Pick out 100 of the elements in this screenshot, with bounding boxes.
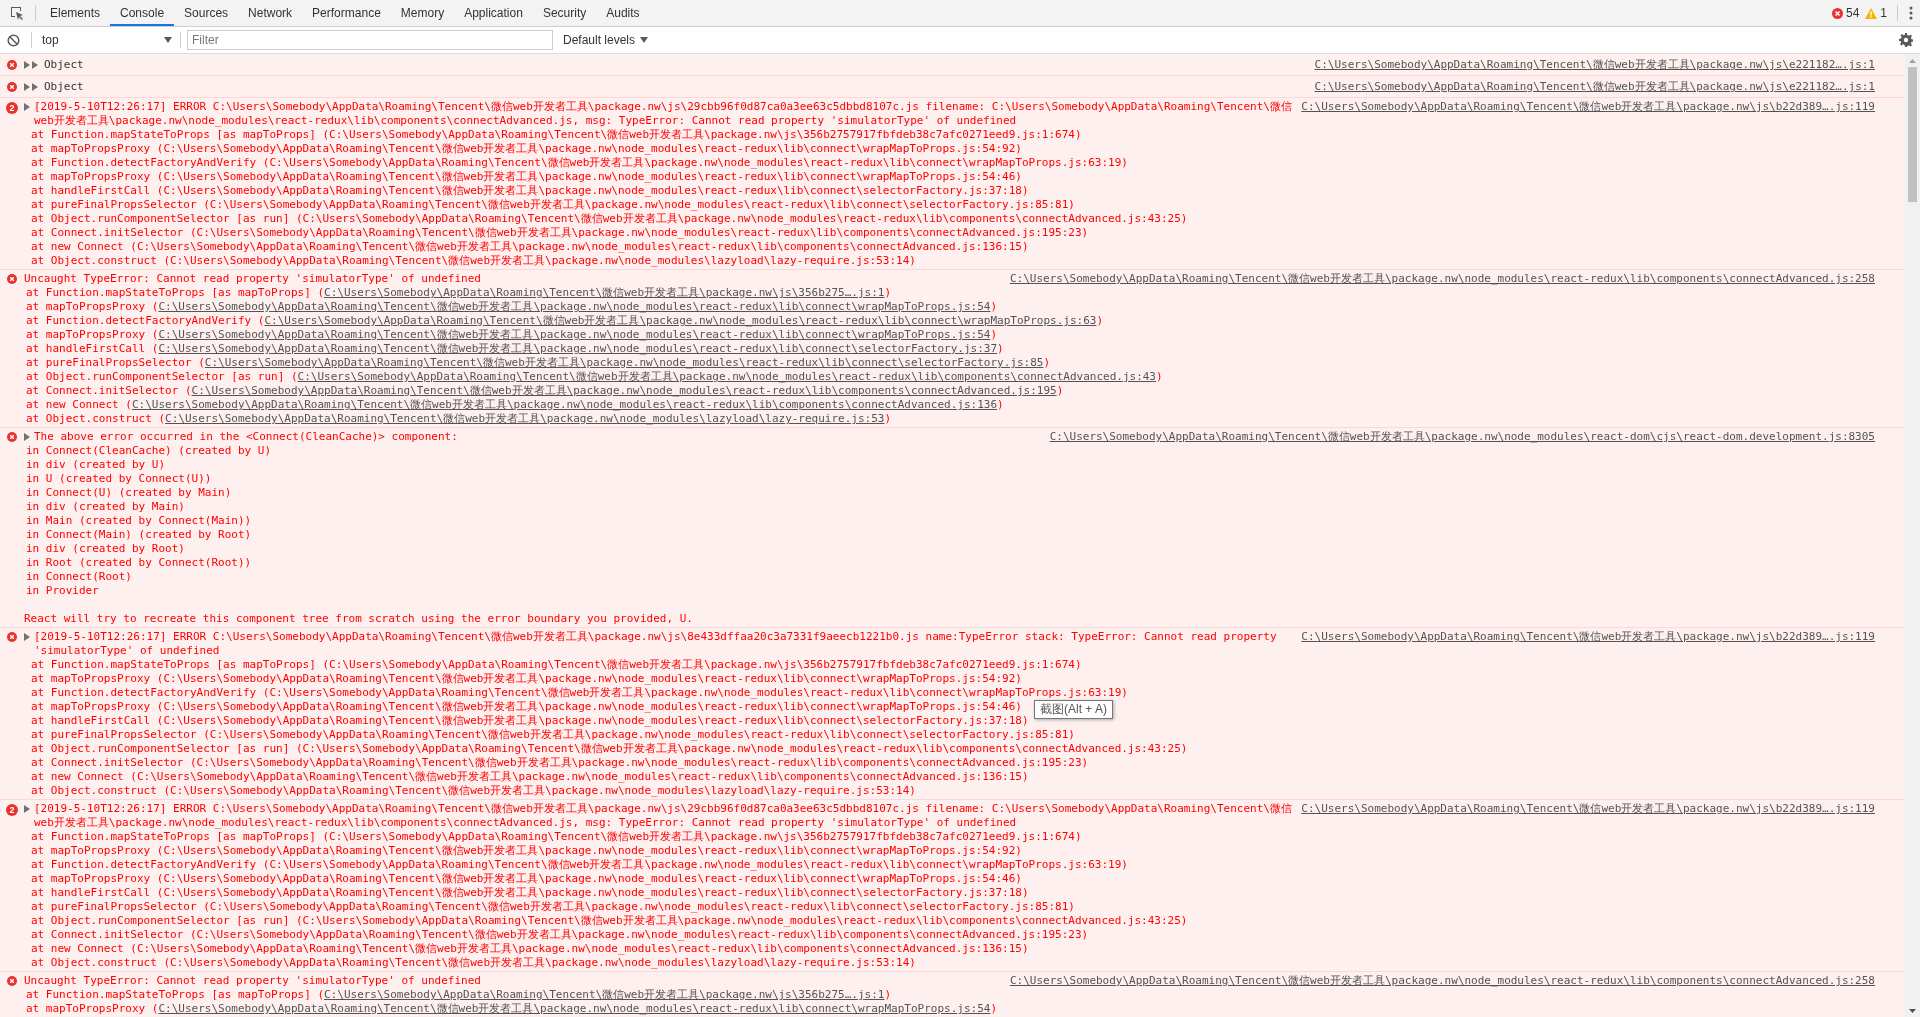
- component-stack-line: in Connect(CleanCache) (created by U): [26, 444, 272, 458]
- file-link[interactable]: C:\Users\Somebody\AppData\Roaming\Tencent\微信web开发者工具\package.nw\node_modules\react-redux\lib\connect\wrapMapToProps.js:54: [158, 1002, 991, 1015]
- stack-frame: at handleFirstCall (C:\Users\Somebody\AppData\Roaming\Tencent\微信web开发者工具\package.nw\node_modules\react-redux\lib\connect\selectorFactory.js:37:18): [31, 886, 1029, 900]
- stack-frame: at Function.detectFactoryAndVerify (C:\Users\Somebody\AppData\Roaming\Tencent\微信web开发者工具\package.nw\node_modules\react-redux\lib\connect\wrapMapToProps.js:63:19): [31, 686, 1128, 700]
- component-stack-line: in Provider: [26, 584, 99, 598]
- source-link[interactable]: C:\Users\Somebody\AppData\Roaming\Tencent\微信web开发者工具\package.nw\js\e221182….js:1: [1314, 58, 1875, 72]
- stack-frame: at new Connect (C:\Users\Somebody\AppData\Roaming\Tencent\微信web开发者工具\package.nw\node_modules\react-redux\lib\components\connectAdvanced.js:136): [26, 398, 1004, 412]
- file-link[interactable]: C:\Users\Somebody\AppData\Roaming\Tencent\微信web开发者工具\package.nw\node_modules\lazyload\lazy-require.js:53: [165, 412, 885, 425]
- tooltip: 截图(Alt + A): [1034, 700, 1113, 719]
- warning-count: 1: [1880, 6, 1887, 20]
- panel-tab[interactable]: Network: [238, 0, 303, 26]
- stack-frame: at Object.runComponentSelector [as run] (C:\Users\Somebody\AppData\Roaming\Tencent\微信web开发者工具\package.nw\node_modules\react-redux\lib\components\connectAdvanced.js:43:25): [31, 914, 1188, 928]
- message-text: The above error occurred in the <Connect(CleanCache)> component:: [34, 430, 459, 444]
- message-text: Object: [44, 80, 85, 94]
- repeat-count: 2: [6, 102, 18, 114]
- stack-frame: at mapToPropsProxy (C:\Users\Somebody\AppData\Roaming\Tencent\微信web开发者工具\package.nw\node_modules\react-redux\lib\connect\wrapMapToProps.js:54): [26, 300, 998, 314]
- stack-frame: at Connect.initSelector (C:\Users\Somebody\AppData\Roaming\Tencent\微信web开发者工具\package.nw\node_modules\react-redux\lib\components\connectAdvanced.js:195:23): [31, 226, 1089, 240]
- caret-icon: [164, 37, 172, 43]
- file-link[interactable]: C:\Users\Somebody\AppData\Roaming\Tencent\微信web开发者工具\package.nw\js\356b275….js:1: [324, 988, 885, 1001]
- file-link[interactable]: C:\Users\Somebody\AppData\Roaming\Tencent\微信web开发者工具\package.nw\node_modules\react-redux\lib\connect\wrapMapToProps.js:54: [158, 300, 991, 313]
- file-link[interactable]: C:\Users\Somebody\AppData\Roaming\Tencent\微信web开发者工具\package.nw\node_modules\react-redux\lib\components\connectAdvanced.js:136: [131, 398, 998, 411]
- stack-frame: at Object.runComponentSelector [as run] (C:\Users\Somebody\AppData\Roaming\Tencent\微信web开发者工具\package.nw\node_modules\react-redux\lib\components\connectAdvanced.js:43:25): [31, 742, 1188, 756]
- file-link[interactable]: C:\Users\Somebody\AppData\Roaming\Tencent\微信web开发者工具\package.nw\js\356b275….js:1: [324, 286, 885, 299]
- stack-frame: at Function.mapStateToProps [as mapToProps] (C:\Users\Somebody\AppData\Roaming\Tencent\微信web开发者工具\package.nw\js\356b2757917fbfdeb38c7afc0271eed9.js:1:674): [31, 830, 1082, 844]
- filter-field[interactable]: Filter: [187, 30, 553, 50]
- stack-frame: at Object.construct (C:\Users\Somebody\AppData\Roaming\Tencent\微信web开发者工具\package.nw\node_modules\lazyload\lazy-require.js:53:14): [31, 956, 916, 970]
- stack-frame: at mapToPropsProxy (C:\Users\Somebody\AppData\Roaming\Tencent\微信web开发者工具\package.nw\node_modules\react-redux\lib\connect\wrapMapToProps.js:54): [26, 1002, 998, 1016]
- stack-frame: at handleFirstCall (C:\Users\Somebody\AppData\Roaming\Tencent\微信web开发者工具\package.nw\node_modules\react-redux\lib\connect\selectorFactory.js:37:18): [31, 184, 1029, 198]
- source-link[interactable]: C:\Users\Somebody\AppData\Roaming\Tencent\微信web开发者工具\package.nw\node_modules\react-redux\lib\components\connectAdvanced.js:258: [1009, 974, 1875, 988]
- stack-frame: at Function.detectFactoryAndVerify (C:\Users\Somebody\AppData\Roaming\Tencent\微信web开发者工具\package.nw\node_modules\react-redux\lib\connect\wrapMapToProps.js:63:19): [31, 156, 1128, 170]
- stack-frame: at handleFirstCall (C:\Users\Somebody\AppData\Roaming\Tencent\微信web开发者工具\package.nw\node_modules\react-redux\lib\connect\selectorFactory.js:37): [26, 342, 1004, 356]
- stack-frame: at Connect.initSelector (C:\Users\Somebody\AppData\Roaming\Tencent\微信web开发者工具\package.nw\node_modules\react-redux\lib\components\connectAdvanced.js:195:23): [31, 928, 1089, 942]
- source-link[interactable]: C:\Users\Somebody\AppData\Roaming\Tencent\微信web开发者工具\package.nw\node_modules\react-redux\lib\components\connectAdvanced.js:258: [1009, 272, 1875, 286]
- error-icon: [7, 82, 17, 92]
- stack-frame: at Object.runComponentSelector [as run] (C:\Users\Somebody\AppData\Roaming\Tencent\微信web开发者工具\package.nw\node_modules\react-redux\lib\components\connectAdvanced.js:43:25): [31, 212, 1188, 226]
- panel-tab[interactable]: Performance: [302, 0, 391, 26]
- stack-frame: at mapToPropsProxy (C:\Users\Somebody\AppData\Roaming\Tencent\微信web开发者工具\package.nw\node_modules\react-redux\lib\connect\wrapMapToProps.js:54): [26, 328, 998, 342]
- source-link[interactable]: C:\Users\Somebody\AppData\Roaming\Tencent\微信web开发者工具\package.nw\js\b22d389….js:119: [1301, 630, 1875, 658]
- error-icon: [7, 274, 17, 284]
- stack-frame: at Function.mapStateToProps [as mapToProps] (C:\Users\Somebody\AppData\Roaming\Tencent\微信web开发者工具\package.nw\js\356b275….js:1): [26, 286, 892, 300]
- stack-frame: at Object.construct (C:\Users\Somebody\AppData\Roaming\Tencent\微信web开发者工具\package.nw\node_modules\lazyload\lazy-require.js:53): [26, 412, 892, 426]
- panel-tab[interactable]: Memory: [390, 0, 455, 26]
- source-link[interactable]: C:\Users\Somebody\AppData\Roaming\Tencent\微信web开发者工具\package.nw\js\b22d389….js:119: [1301, 100, 1875, 128]
- stack-frame: at pureFinalPropsSelector (C:\Users\Somebody\AppData\Roaming\Tencent\微信web开发者工具\package.nw\node_modules\react-redux\lib\connect\selectorFactory.js:85:81): [31, 900, 1075, 914]
- message-text: Uncaught TypeError: Cannot read property 'simulatorType' of undefined: [24, 974, 482, 988]
- source-link[interactable]: C:\Users\Somebody\AppData\Roaming\Tencent\微信web开发者工具\package.nw\node_modules\react-dom\cjs\react-dom.development.js:8305: [1049, 430, 1875, 444]
- panel-tab[interactable]: Audits: [596, 0, 650, 26]
- component-stack-line: in U (created by Connect(U)): [26, 472, 212, 486]
- file-link[interactable]: C:\Users\Somebody\AppData\Roaming\Tencent\微信web开发者工具\package.nw\node_modules\react-redux\lib\connect\selectorFactory.js:85: [204, 356, 1044, 369]
- stack-frame: at mapToPropsProxy (C:\Users\Somebody\AppData\Roaming\Tencent\微信web开发者工具\package.nw\node_modules\react-redux\lib\connect\wrapMapToProps.js:54:46): [31, 872, 1022, 886]
- file-link[interactable]: C:\Users\Somebody\AppData\Roaming\Tencent\微信web开发者工具\package.nw\node_modules\react-redux\lib\components\connectAdvanced.js:43: [297, 370, 1156, 383]
- stack-frame: at Function.detectFactoryAndVerify (C:\Users\Somebody\AppData\Roaming\Tencent\微信web开发者工具\package.nw\node_modules\react-redux\lib\connect\wrapMapToProps.js:63): [26, 314, 1104, 328]
- file-link[interactable]: C:\Users\Somebody\AppData\Roaming\Tencent\微信web开发者工具\package.nw\node_modules\react-redux\lib\connect\selectorFactory.js:37: [158, 342, 998, 355]
- component-stack-line: in div (created by Root): [26, 542, 185, 556]
- stack-frame: at Function.detectFactoryAndVerify (C:\Users\Somebody\AppData\Roaming\Tencent\微信web开发者工具\package.nw\node_modules\react-redux\lib\connect\wrapMapToProps.js:63:19): [31, 858, 1128, 872]
- error-icon: [7, 60, 17, 70]
- expand-arrow-icon[interactable]: [24, 633, 30, 641]
- stack-frame: at handleFirstCall (C:\Users\Somebody\AppData\Roaming\Tencent\微信web开发者工具\package.nw\node_modules\react-redux\lib\connect\selectorFactory.js:37:18): [31, 714, 1029, 728]
- message-text: React will try to recreate this component tree from scratch using the error boundary you provided, U.: [23, 612, 694, 626]
- component-stack-line: in Root (created by Connect(Root)): [26, 556, 252, 570]
- log-levels-dropdown[interactable]: Default levels: [559, 29, 653, 51]
- source-link[interactable]: C:\Users\Somebody\AppData\Roaming\Tencent\微信web开发者工具\package.nw\js\b22d389….js:119: [1301, 802, 1875, 830]
- scrollbar-thumb[interactable]: [1908, 67, 1917, 202]
- stack-frame: at pureFinalPropsSelector (C:\Users\Somebody\AppData\Roaming\Tencent\微信web开发者工具\package.nw\node_modules\react-redux\lib\connect\selectorFactory.js:85): [26, 356, 1051, 370]
- stack-frame: at pureFinalPropsSelector (C:\Users\Somebody\AppData\Roaming\Tencent\微信web开发者工具\package.nw\node_modules\react-redux\lib\connect\selectorFactory.js:85:81): [31, 198, 1075, 212]
- component-stack-line: in div (created by U): [26, 458, 166, 472]
- stack-frame: at Object.runComponentSelector [as run] (C:\Users\Somebody\AppData\Roaming\Tencent\微信web开发者工具\package.nw\node_modules\react-redux\lib\components\connectAdvanced.js:43): [26, 370, 1163, 384]
- expand-arrow-icon[interactable]: [24, 805, 30, 813]
- caret-icon: [640, 37, 649, 43]
- stack-frame: at Function.mapStateToProps [as mapToProps] (C:\Users\Somebody\AppData\Roaming\Tencent\微信web开发者工具\package.nw\js\356b275….js:1): [26, 988, 892, 1002]
- stack-frame: at mapToPropsProxy (C:\Users\Somebody\AppData\Roaming\Tencent\微信web开发者工具\package.nw\node_modules\react-redux\lib\connect\wrapMapToProps.js:54:92): [31, 142, 1022, 156]
- error-icon: [1831, 7, 1843, 19]
- file-link[interactable]: C:\Users\Somebody\AppData\Roaming\Tencent\微信web开发者工具\package.nw\node_modules\react-redux\lib\components\connectAdvanced.js:195: [191, 384, 1057, 397]
- error-count: 54: [1845, 6, 1860, 20]
- error-icon: [7, 432, 17, 442]
- repeat-count: 2: [6, 804, 18, 816]
- panel-tab[interactable]: Application: [454, 0, 533, 26]
- file-link[interactable]: C:\Users\Somebody\AppData\Roaming\Tencent\微信web开发者工具\package.nw\node_modules\react-redux\lib\connect\wrapMapToProps.js:63: [264, 314, 1097, 327]
- expand-arrow-icon[interactable]: [24, 103, 30, 111]
- stack-frame: at new Connect (C:\Users\Somebody\AppData\Roaming\Tencent\微信web开发者工具\package.nw\node_modules\react-redux\lib\components\connectAdvanced.js:136:15): [31, 240, 1029, 254]
- panel-tab[interactable]: Sources: [174, 0, 239, 26]
- component-stack-line: in div (created by Main): [26, 500, 185, 514]
- panel-tab[interactable]: Elements: [40, 0, 111, 26]
- file-link[interactable]: C:\Users\Somebody\AppData\Roaming\Tencent\微信web开发者工具\package.nw\node_modules\react-redux\lib\connect\wrapMapToProps.js:54: [158, 328, 991, 341]
- stack-frame: at new Connect (C:\Users\Somebody\AppData\Roaming\Tencent\微信web开发者工具\package.nw\node_modules\react-redux\lib\components\connectAdvanced.js:136:15): [31, 942, 1029, 956]
- component-stack-line: in Connect(Main) (created by Root): [26, 528, 252, 542]
- expand-arrow-icon[interactable]: [24, 433, 30, 441]
- stack-frame: at Function.mapStateToProps [as mapToProps] (C:\Users\Somebody\AppData\Roaming\Tencent\微信web开发者工具\package.nw\js\356b2757917fbfdeb38c7afc0271eed9.js:1:674): [31, 128, 1082, 142]
- scroll-down-icon[interactable]: [1909, 1009, 1916, 1013]
- stack-frame: at Object.construct (C:\Users\Somebody\AppData\Roaming\Tencent\微信web开发者工具\package.nw\node_modules\lazyload\lazy-require.js:53:14): [31, 254, 916, 268]
- stack-frame: at Connect.initSelector (C:\Users\Somebody\AppData\Roaming\Tencent\微信web开发者工具\package.nw\node_modules\react-redux\lib\components\connectAdvanced.js:195:23): [31, 756, 1089, 770]
- stack-frame: at pureFinalPropsSelector (C:\Users\Somebody\AppData\Roaming\Tencent\微信web开发者工具\package.nw\node_modules\react-redux\lib\connect\selectorFactory.js:85:81): [31, 728, 1075, 742]
- stack-frame: at new Connect (C:\Users\Somebody\AppData\Roaming\Tencent\微信web开发者工具\package.nw\node_modules\react-redux\lib\components\connectAdvanced.js:136:15): [31, 770, 1029, 784]
- context-select[interactable]: top: [36, 29, 176, 51]
- source-link[interactable]: C:\Users\Somebody\AppData\Roaming\Tencent\微信web开发者工具\package.nw\js\e221182….js:1: [1314, 80, 1875, 94]
- scroll-up-icon[interactable]: [1909, 59, 1916, 63]
- panel-tab[interactable]: Security: [532, 0, 597, 26]
- scrollbar[interactable]: [1905, 54, 1920, 1017]
- stack-frame: at mapToPropsProxy (C:\Users\Somebody\AppData\Roaming\Tencent\微信web开发者工具\package.nw\node_modules\react-redux\lib\connect\wrapMapToProps.js:54:92): [31, 672, 1022, 686]
- stack-frame: at Connect.initSelector (C:\Users\Somebody\AppData\Roaming\Tencent\微信web开发者工具\package.nw\node_modules\react-redux\lib\components\connectAdvanced.js:195): [26, 384, 1064, 398]
